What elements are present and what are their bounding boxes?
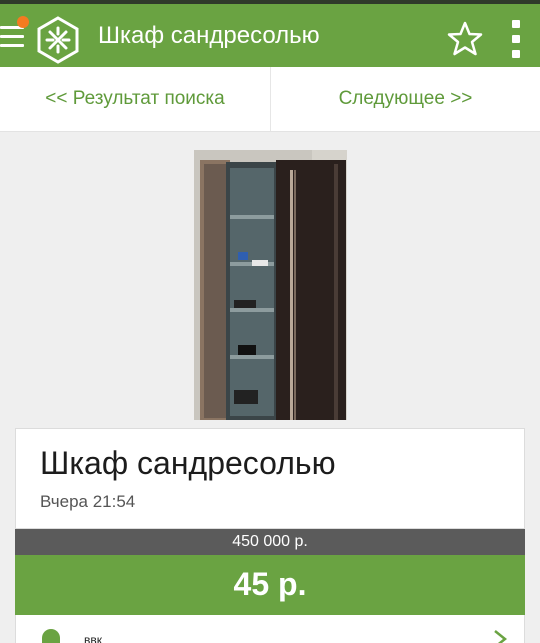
logo-icon[interactable] bbox=[36, 16, 80, 64]
seller-row[interactable]: ввк bbox=[15, 615, 525, 643]
chevron-right-icon bbox=[494, 630, 508, 643]
app-bar: Шкаф сандресолью bbox=[0, 0, 540, 67]
more-vert-icon[interactable] bbox=[509, 20, 523, 58]
listing-posted-time: Вчера 21:54 bbox=[40, 492, 136, 511]
listing-card: Шкаф сандресолью Вчера 21:54 bbox=[15, 428, 525, 529]
result-navigation: << Результат поиска Следующее >> bbox=[0, 67, 540, 132]
menu-icon[interactable] bbox=[0, 26, 24, 50]
notification-dot bbox=[17, 16, 29, 28]
seller-name: ввк bbox=[84, 633, 102, 643]
person-icon bbox=[42, 629, 60, 643]
current-price: 45 р. bbox=[15, 555, 525, 615]
app-bar-title: Шкаф сандресолью bbox=[98, 22, 320, 49]
star-icon[interactable] bbox=[446, 20, 484, 58]
wardrobe-photo bbox=[194, 150, 347, 420]
listing-title: Шкаф сандресолью bbox=[40, 445, 336, 481]
next-listing-button[interactable]: Следующее >> bbox=[271, 67, 540, 131]
old-price: 450 000 р. bbox=[15, 529, 525, 555]
listing-photo[interactable] bbox=[194, 150, 347, 420]
back-to-results-button[interactable]: << Результат поиска bbox=[0, 67, 270, 131]
